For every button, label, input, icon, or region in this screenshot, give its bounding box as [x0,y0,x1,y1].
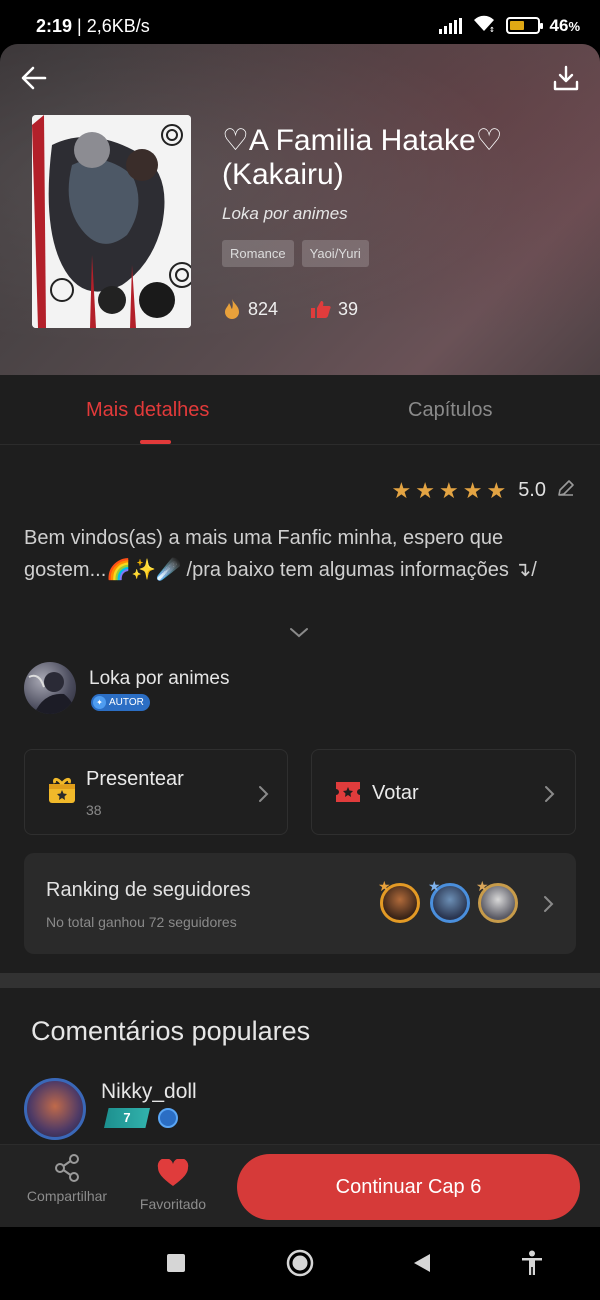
tab-details[interactable]: Mais detalhes [86,399,209,422]
story-rating: ★ ★ ★ ★ ★ 5.0 [392,478,576,503]
edit-rating-icon[interactable] [556,478,576,503]
detail-tabs: Mais detalhes Capítulos [0,375,600,445]
story-cover-image [32,115,191,328]
gift-card-title: Presentear [86,768,184,790]
tag-yaoi-yuri[interactable]: Yaoi/Yuri [301,240,369,267]
gift-card[interactable]: Presentear 38 [24,749,288,835]
star-icon: ★ [438,477,459,503]
continue-reading-button[interactable]: Continuar Cap 6 [237,1154,580,1220]
story-author[interactable]: Loka por animes [222,204,348,224]
share-button[interactable]: Compartilhar [22,1153,112,1222]
system-nav-bar [0,1227,600,1300]
reads-count: 824 [248,298,279,319]
recents-button[interactable] [166,1253,186,1278]
favorite-button[interactable]: Favoritado [133,1158,213,1212]
accessibility-icon [522,1250,542,1275]
user-level-badge: 7 [104,1108,150,1128]
top-follower-avatar: ★ [428,878,470,923]
rating-value: 5.0 [518,479,546,501]
heart-icon [157,1158,189,1186]
battery-icon [505,17,543,34]
top-follower-avatar: ★ [476,878,518,923]
star-icon: ★ [391,477,412,503]
bottom-action-bar: Compartilhar Favoritado Continuar Cap 6 [0,1144,600,1227]
ranking-subtitle: No total ganhou 72 seguidores [46,914,237,930]
comment-user-name[interactable]: Nikky_doll [101,1080,197,1104]
gift-icon [49,777,75,803]
story-header: ♡A Familia Hatake♡ (Kakairu) Loka por an… [0,44,600,375]
download-icon [553,65,579,91]
story-title: ♡A Familia Hatake♡ (Kakairu) [222,124,503,191]
author-avatar[interactable] [24,662,76,714]
section-divider [0,973,600,988]
download-button[interactable] [546,58,586,98]
follower-ranking-card[interactable]: Ranking de seguidores No total ganhou 72… [24,853,576,954]
signal-icon [438,17,462,34]
expand-description-button[interactable] [288,626,310,645]
tag-romance[interactable]: Romance [222,240,294,267]
chevron-right-icon [544,896,554,912]
comments-heading: Comentários populares [31,1016,311,1046]
svg-text:↕: ↕ [489,26,495,32]
likes-stat: 39 [310,299,358,320]
vote-card[interactable]: Votar [311,749,576,835]
favorite-label: Favoritado [139,1196,207,1212]
status-icons: ↕ 46% [438,14,580,37]
author-name[interactable]: Loka por animes [89,668,229,690]
story-description: Bem vindos(as) a mais uma Fanfic minha, … [24,527,537,581]
gift-card-count: 38 [86,802,102,818]
back-button[interactable] [14,58,54,98]
back-nav-button[interactable] [413,1253,431,1278]
top-follower-avatar: ★ [378,878,420,923]
star-icon: ★ [486,477,507,503]
star-icon: ★ [415,477,435,503]
battery-percent: 46% [549,15,580,35]
share-icon [55,1154,79,1182]
verified-badge-icon [158,1108,178,1128]
story-tags: Romance Yaoi/Yuri [222,240,369,267]
author-badge-icon: ✦ [93,696,106,709]
share-label: Compartilhar [26,1188,108,1204]
status-time: 2:19 | 2,6KB/s [36,16,150,36]
status-bar: 2:19 | 2,6KB/s ↕ 46% [0,0,600,48]
vote-card-title: Votar [372,782,419,804]
star-icon: ★ [462,477,483,503]
likes-count: 39 [338,298,359,319]
chevron-right-icon [259,786,269,802]
fire-icon [225,299,239,319]
thumbs-up-icon [311,301,331,318]
story-detail-screen: ♡A Familia Hatake♡ (Kakairu) Loka por an… [0,44,600,1227]
chevron-down-icon [290,628,308,638]
active-tab-indicator [140,440,171,444]
ticket-icon [336,782,360,802]
back-arrow-icon [21,66,47,90]
home-button[interactable] [286,1249,314,1282]
ranking-title: Ranking de seguidores [46,879,251,901]
tab-chapters[interactable]: Capítulos [408,399,493,422]
comment-user-avatar[interactable] [24,1078,86,1140]
accessibility-button[interactable] [520,1250,544,1281]
wifi-icon: ↕ [472,14,496,37]
story-stats: 824 39 [222,298,358,320]
triangle-back-icon [414,1254,430,1272]
square-icon [167,1254,185,1272]
circle-icon [286,1249,314,1277]
author-badge: ✦ AUTOR [91,694,150,711]
chevron-right-icon [545,786,555,802]
reads-stat: 824 [222,298,278,320]
